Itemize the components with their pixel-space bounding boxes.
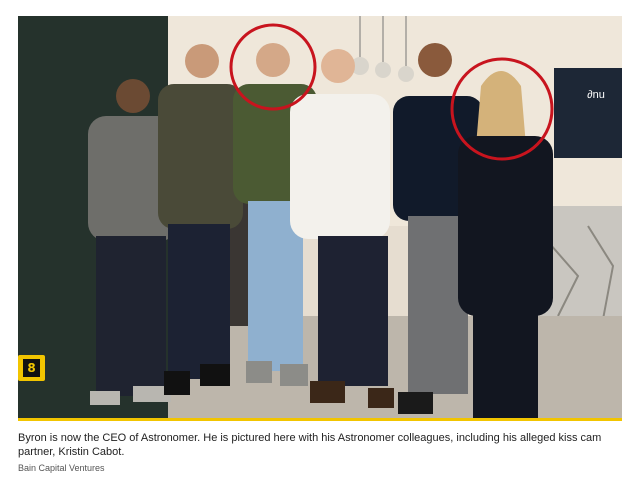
badge-label: 8 [23, 359, 40, 377]
publisher-badge: 8 [18, 355, 45, 381]
wall-logo-text: ∂nu [587, 89, 605, 101]
photo-credit: Bain Capital Ventures [18, 463, 105, 473]
caption-divider [18, 418, 622, 421]
photo-caption: Byron is now the CEO of Astronomer. He i… [18, 432, 602, 458]
group-photo-illustration: ∂nu [18, 16, 622, 418]
wall-screen [554, 68, 622, 158]
photo: ∂nu [18, 16, 622, 418]
